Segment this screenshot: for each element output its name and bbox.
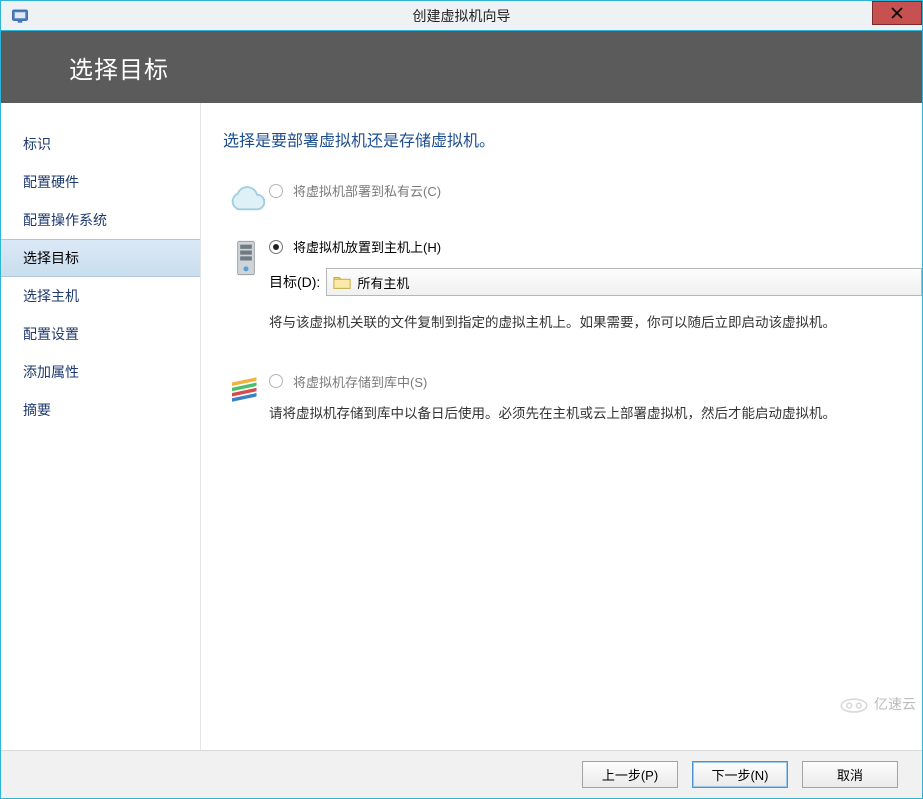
- radio-icon: [269, 374, 283, 388]
- step-configure-hardware[interactable]: 配置硬件: [1, 163, 200, 201]
- cancel-button[interactable]: 取消: [802, 761, 898, 788]
- option-deploy-cloud: 将虚拟机部署到私有云(C): [223, 179, 922, 225]
- step-identify[interactable]: 标识: [1, 125, 200, 163]
- step-select-destination[interactable]: 选择目标: [1, 239, 200, 277]
- target-row: 目标(D): 所有主机: [269, 268, 922, 296]
- library-description: 请将虚拟机存储到库中以备日后使用。必须先在主机或云上部署虚拟机，然后才能启动虚拟…: [269, 403, 922, 425]
- cloud-icon: [223, 179, 269, 225]
- step-add-properties[interactable]: 添加属性: [1, 353, 200, 391]
- wizard-steps-sidebar: 标识 配置硬件 配置操作系统 选择目标 选择主机 配置设置 添加属性 摘要: [1, 103, 201, 750]
- radio-store-library: 将虚拟机存储到库中(S): [269, 372, 922, 391]
- server-icon: [223, 235, 269, 281]
- wizard-body: 标识 配置硬件 配置操作系统 选择目标 选择主机 配置设置 添加属性 摘要 选择…: [1, 103, 922, 750]
- radio-icon: [269, 240, 283, 254]
- page-title: 选择目标: [69, 50, 169, 85]
- radio-label: 将虚拟机存储到库中(S): [293, 372, 427, 391]
- header-band: 选择目标: [1, 31, 922, 103]
- close-button[interactable]: [872, 1, 922, 25]
- next-button[interactable]: 下一步(N): [692, 761, 788, 788]
- option-store-library: 将虚拟机存储到库中(S) 请将虚拟机存储到库中以备日后使用。必须先在主机或云上部…: [223, 370, 922, 451]
- watermark: 亿速云: [838, 694, 916, 714]
- step-summary[interactable]: 摘要: [1, 391, 200, 429]
- library-icon: [223, 370, 269, 416]
- step-configure-os[interactable]: 配置操作系统: [1, 201, 200, 239]
- content-pane: 选择是要部署虚拟机还是存储虚拟机。 将虚拟机部署到私有云(C): [201, 103, 922, 750]
- content-heading: 选择是要部署虚拟机还是存储虚拟机。: [223, 127, 922, 151]
- radio-deploy-cloud: 将虚拟机部署到私有云(C): [269, 181, 922, 200]
- previous-button[interactable]: 上一步(P): [582, 761, 678, 788]
- target-label: 目标(D):: [269, 272, 320, 292]
- app-icon: [9, 5, 31, 27]
- step-select-host[interactable]: 选择主机: [1, 277, 200, 315]
- title-bar: 创建虚拟机向导: [1, 1, 922, 31]
- wizard-window: 创建虚拟机向导 选择目标 标识 配置硬件 配置操作系统 选择目标 选择主机 配置…: [0, 0, 923, 799]
- window-title: 创建虚拟机向导: [1, 6, 922, 26]
- target-dropdown[interactable]: 所有主机: [326, 268, 922, 296]
- radio-icon: [269, 184, 283, 198]
- watermark-text: 亿速云: [874, 694, 916, 714]
- radio-label: 将虚拟机放置到主机上(H): [293, 237, 441, 256]
- close-icon: [891, 7, 903, 19]
- radio-label: 将虚拟机部署到私有云(C): [293, 181, 441, 200]
- folder-icon: [333, 274, 351, 290]
- dropdown-value: 所有主机: [357, 273, 409, 292]
- wizard-footer: 上一步(P) 下一步(N) 取消: [1, 750, 922, 798]
- host-description: 将与该虚拟机关联的文件复制到指定的虚拟主机上。如果需要，你可以随后立即启动该虚拟…: [269, 312, 922, 334]
- step-configure-settings[interactable]: 配置设置: [1, 315, 200, 353]
- option-place-host: 将虚拟机放置到主机上(H) 目标(D): 所有主机: [223, 235, 922, 360]
- radio-place-host[interactable]: 将虚拟机放置到主机上(H): [269, 237, 922, 256]
